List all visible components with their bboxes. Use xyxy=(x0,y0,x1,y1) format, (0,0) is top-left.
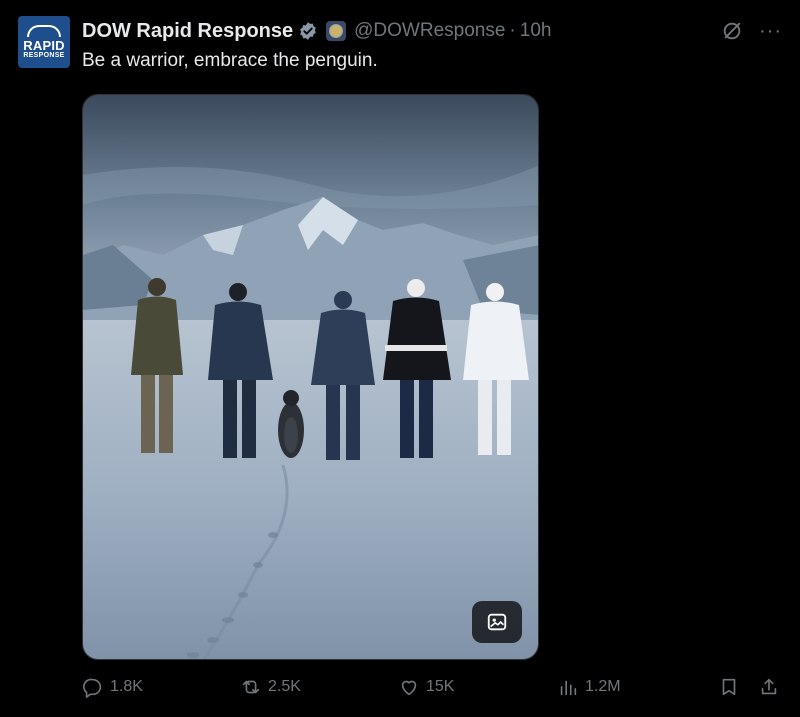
affiliate-seal-icon[interactable] xyxy=(326,21,347,41)
like-icon xyxy=(401,680,417,696)
repost-button[interactable]: 2.5K xyxy=(240,676,301,698)
share-button[interactable] xyxy=(758,676,780,698)
views-button[interactable]: 1.2M xyxy=(557,676,621,698)
top-actions: ··· xyxy=(721,20,782,42)
reply-button[interactable]: 1.8K xyxy=(82,676,143,698)
avatar[interactable]: RAPID RESPONSE xyxy=(18,16,70,68)
reply-count: 1.8K xyxy=(110,678,143,695)
repost-icon xyxy=(242,680,260,694)
like-button[interactable]: 15K xyxy=(398,676,454,698)
like-count: 15K xyxy=(426,678,455,695)
verified-badge-icon[interactable] xyxy=(298,21,318,41)
post-image[interactable] xyxy=(82,94,539,660)
share-icon xyxy=(761,678,777,695)
more-icon[interactable]: ··· xyxy=(759,21,782,41)
author-handle[interactable]: @DOWResponse xyxy=(354,20,505,42)
avatar-text-response: RESPONSE xyxy=(23,51,65,59)
alt-text-icon[interactable] xyxy=(472,601,522,643)
views-icon xyxy=(560,680,577,696)
arctic-scene-illustration xyxy=(83,95,538,659)
views-count: 1.2M xyxy=(585,678,621,695)
separator-dot: · xyxy=(509,20,516,41)
bookmark-button[interactable] xyxy=(718,676,740,698)
author-name[interactable]: DOW Rapid Response xyxy=(82,20,293,43)
post-time[interactable]: 10h xyxy=(520,20,552,42)
bookmark-icon xyxy=(722,678,736,696)
post-header: DOW Rapid Response @DOWResponse · 10h xyxy=(82,17,551,45)
grok-icon[interactable] xyxy=(721,20,743,42)
repost-count: 2.5K xyxy=(268,678,301,695)
avatar-text-rapid: RAPID xyxy=(23,37,65,53)
action-bar: 1.8K 2.5K 15K 1.2M xyxy=(82,676,782,704)
reply-icon xyxy=(83,678,102,698)
avatar-logo-arc xyxy=(27,24,61,37)
post-text: Be a warrior, embrace the penguin. xyxy=(82,50,378,71)
